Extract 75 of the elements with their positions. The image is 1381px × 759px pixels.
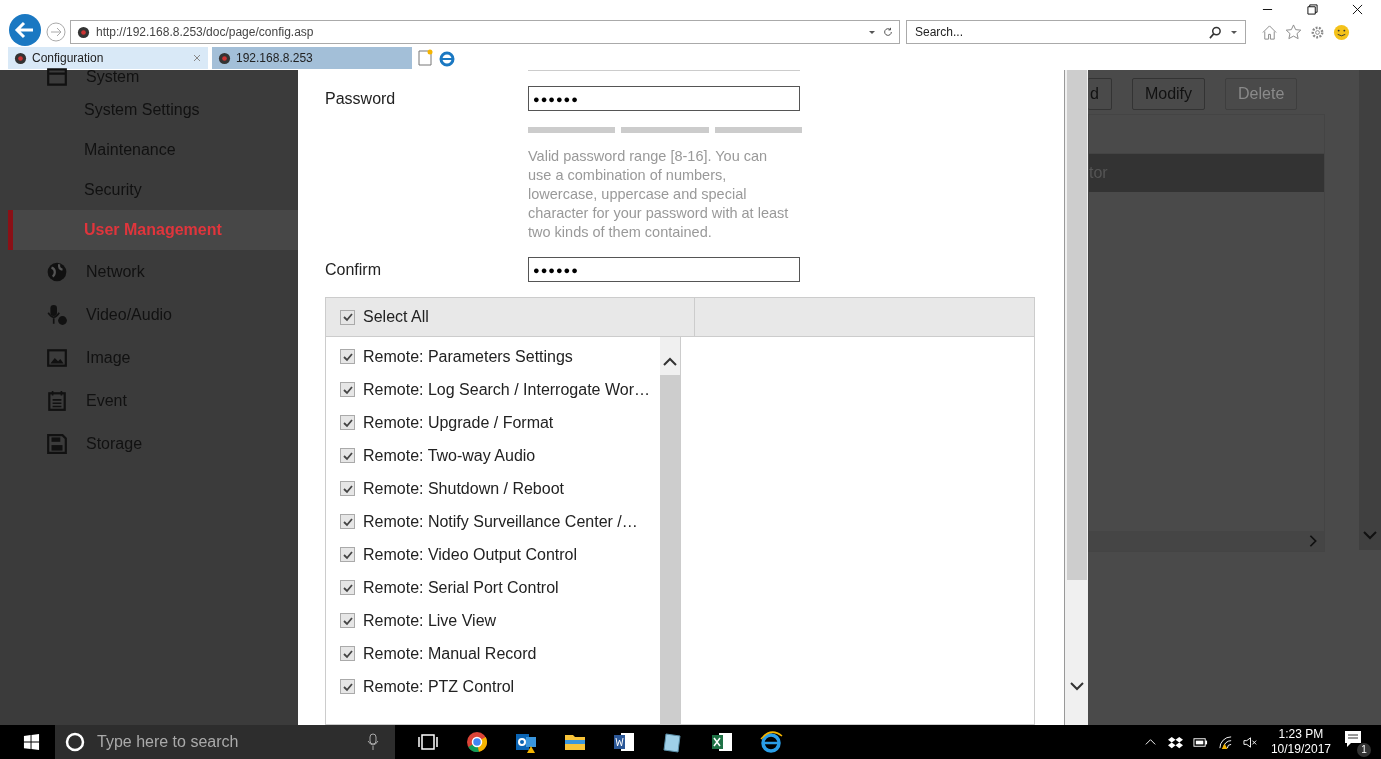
search-box[interactable]: Search... [906,20,1246,44]
password-hint: Valid password range [8-16]. You can use a combination of numbers, lowercase, uppercase and special character for your password with at least two kinds of them contained. [528,147,790,242]
select-all-label: Select All [363,308,429,326]
smiley-icon[interactable] [1333,23,1350,41]
permission-label: Remote: Log Search / Interrogate Wor… [363,380,650,399]
permission-checkbox[interactable] [340,415,355,430]
volume-muted-icon[interactable] [1242,734,1258,750]
star-icon[interactable] [1285,23,1302,41]
clock-time[interactable]: 1:23 PM [1278,727,1324,742]
permission-checkbox[interactable] [340,679,355,694]
permission-checkbox[interactable] [340,349,355,364]
confirm-label: Confirm [325,260,382,279]
scroll-down-icon[interactable] [1068,680,1085,692]
spreadsheet-app-icon[interactable] [709,730,734,754]
taskbar-search-box[interactable]: Type here to search [55,725,395,759]
windows-logo-icon[interactable] [23,733,40,751]
taskbar-search-field[interactable]: Type here to search [95,732,357,752]
microphone-icon [46,303,68,326]
permission-checkbox[interactable] [340,448,355,463]
permission-checkbox[interactable] [340,481,355,496]
chrome-logo-icon[interactable] [464,730,489,754]
camera-icon [218,51,231,65]
tab-title: Configuration [32,51,105,65]
browser-tab[interactable]: Configuration [8,47,208,69]
wifi-warning-icon[interactable] [1217,734,1233,750]
permission-label: Remote: PTZ Control [363,677,515,696]
notification-icon[interactable] [1343,729,1363,749]
camera-icon [77,25,90,39]
circle-icon[interactable] [65,732,85,752]
window-icon [46,66,68,88]
edge-logo-icon[interactable] [758,730,783,754]
close-icon[interactable] [1352,3,1363,15]
permission-checkbox[interactable] [340,382,355,397]
calendar-icon [46,389,68,412]
permission-label: Remote: Notify Surveillance Center /… [363,512,638,531]
search-icon[interactable] [1208,25,1223,39]
home-icon[interactable] [1261,23,1278,41]
address-bar[interactable]: http://192.168.8.253/doc/page/config.asp [70,20,900,44]
edge-logo-icon[interactable] [438,49,456,67]
image-icon [46,346,68,369]
scroll-up-icon[interactable] [662,357,678,367]
permission-label: Remote: Upgrade / Format [363,413,554,432]
permission-label: Remote: Serial Port Control [363,578,559,597]
globe-icon [46,260,68,283]
confirm-password-field[interactable]: ●●●●●● [528,257,800,282]
scrollbar[interactable] [660,337,680,724]
permission-checkbox[interactable] [340,613,355,628]
document-app-icon[interactable] [611,730,636,754]
refresh-icon[interactable] [883,27,893,37]
permission-checkbox[interactable] [340,547,355,562]
password-field[interactable]: ●●●●●● [528,86,800,111]
permission-checkbox[interactable] [340,646,355,661]
select-all-checkbox[interactable] [340,309,355,325]
restore-icon[interactable] [1307,3,1318,15]
toolbar-button[interactable]: Modify [1131,78,1206,110]
clock-date[interactable]: 10/19/2017 [1270,742,1331,757]
permission-label: Remote: Two-way Audio [363,446,536,465]
tab-title: 192.168.8.253 [236,51,314,65]
permission-label: Remote: Live View [363,611,497,630]
browser-tab[interactable]: 192.168.8.253 [212,47,412,69]
microphone-icon[interactable] [367,733,379,751]
dropbox-icon[interactable] [1167,734,1183,750]
permission-label: Remote: Manual Record [363,644,537,663]
notification-badge: 1 [1357,743,1371,757]
camera-icon [14,51,27,65]
scrollbar[interactable] [1064,70,1088,725]
permission-label: Remote: Parameters Settings [363,347,573,366]
toolbar-button[interactable]: d [1088,78,1112,110]
search-field[interactable]: Search... [913,24,1202,40]
sidebar-item[interactable]: User Management [8,210,298,250]
password-label: Password [325,89,397,108]
permission-checkbox[interactable] [340,580,355,595]
permission-label: Remote: Video Output Control [363,545,578,564]
permission-label: Remote: Shutdown / Reboot [363,479,564,498]
permission-checkbox[interactable] [340,514,355,529]
